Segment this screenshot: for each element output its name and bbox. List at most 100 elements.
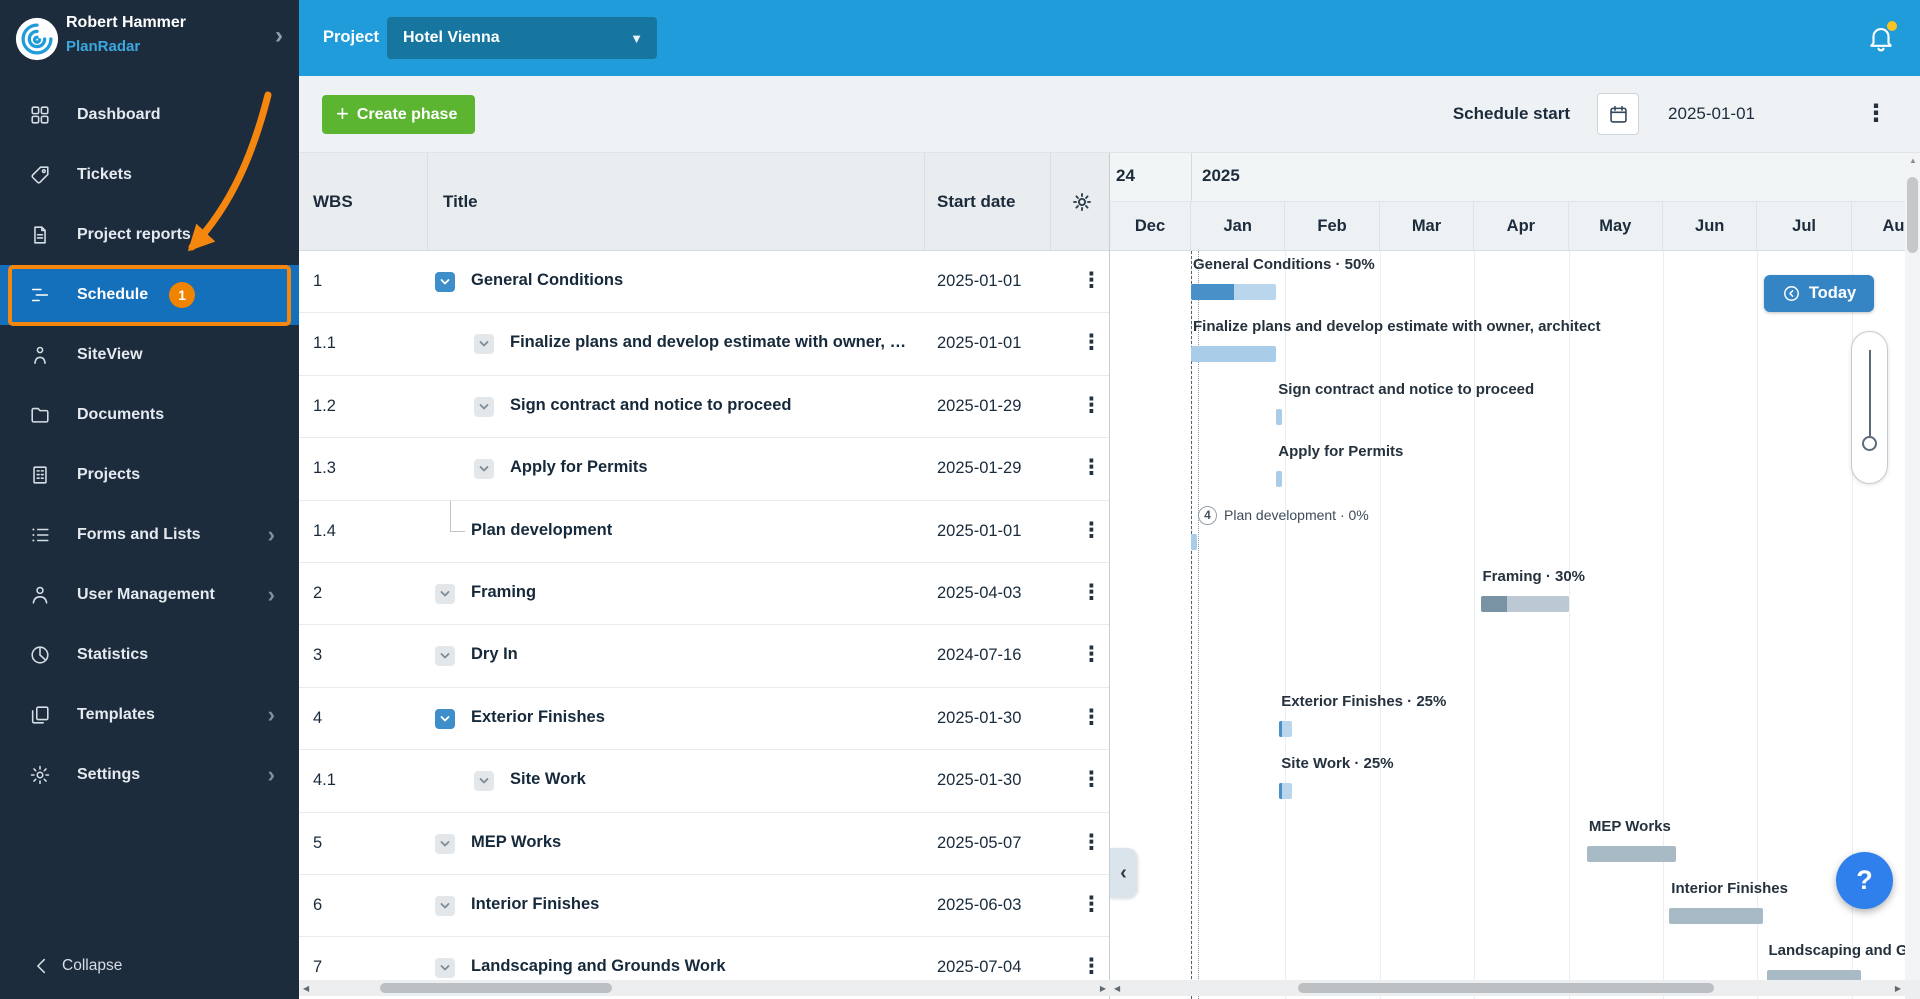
- wbs-cell: 1.2: [313, 397, 336, 416]
- gantt-bar[interactable]: [1587, 846, 1676, 862]
- row-menu-icon[interactable]: ⋮: [1081, 954, 1102, 979]
- create-phase-button[interactable]: + Create phase: [322, 95, 475, 134]
- scroll-left-icon[interactable]: ◀: [303, 984, 309, 993]
- month-gridline: [1380, 251, 1381, 999]
- sidebar-item-projects[interactable]: Projects: [0, 445, 299, 505]
- table-row[interactable]: 1.2Sign contract and notice to proceed20…: [299, 376, 1109, 438]
- table-scrollbar-thumb[interactable]: [380, 983, 612, 993]
- gantt-bar[interactable]: [1191, 284, 1276, 300]
- expand-toggle-icon[interactable]: [435, 584, 455, 604]
- row-menu-icon[interactable]: ⋮: [1081, 892, 1102, 917]
- today-button[interactable]: Today: [1764, 275, 1874, 312]
- gantt-bar[interactable]: [1191, 346, 1276, 362]
- table-row[interactable]: 2Framing2025-04-03⋮: [299, 563, 1109, 625]
- sidebar-item-user-management[interactable]: User Management›: [0, 565, 299, 625]
- gantt-year-header: 24 2025: [1110, 153, 1905, 202]
- table-horizontal-scrollbar[interactable]: ◀ ▶: [299, 980, 1110, 996]
- scroll-left-icon[interactable]: ◀: [1114, 984, 1120, 993]
- row-menu-icon[interactable]: ⋮: [1081, 330, 1102, 355]
- expand-toggle-icon[interactable]: [474, 397, 494, 417]
- schedule-start-date[interactable]: 2025-01-01: [1668, 104, 1755, 124]
- row-menu-icon[interactable]: ⋮: [1081, 518, 1102, 543]
- column-header-wbs[interactable]: WBS: [313, 192, 353, 212]
- documents-icon: [29, 404, 51, 426]
- gantt-horizontal-scrollbar[interactable]: ◀ ▶: [1110, 980, 1905, 996]
- collapse-label: Collapse: [62, 957, 122, 975]
- sidebar-item-tickets[interactable]: Tickets: [0, 145, 299, 205]
- sidebar-item-label: Tickets: [77, 166, 132, 184]
- row-menu-icon[interactable]: ⋮: [1081, 642, 1102, 667]
- table-row[interactable]: 3Dry In2024-07-16⋮: [299, 625, 1109, 687]
- sidebar-collapse-button[interactable]: Collapse: [0, 943, 299, 989]
- gantt-bar[interactable]: [1279, 783, 1292, 799]
- expand-toggle-icon[interactable]: [474, 771, 494, 791]
- gantt-bar[interactable]: [1481, 596, 1569, 612]
- sidebar-item-settings[interactable]: Settings›: [0, 745, 299, 805]
- row-menu-icon[interactable]: ⋮: [1081, 393, 1102, 418]
- sidebar-item-statistics[interactable]: Statistics: [0, 625, 299, 685]
- gantt-bar-label: Framing · 30%: [1483, 568, 1586, 585]
- expand-toggle-icon[interactable]: [474, 459, 494, 479]
- table-settings-gear-icon[interactable]: [1071, 191, 1093, 213]
- chevron-down-icon: ▼: [630, 31, 643, 46]
- sidebar-item-dashboard[interactable]: Dashboard: [0, 85, 299, 145]
- table-row[interactable]: 4Exterior Finishes2025-01-30⋮: [299, 688, 1109, 750]
- table-row[interactable]: 1General Conditions2025-01-01⋮: [299, 251, 1109, 313]
- scroll-right-icon[interactable]: ▶: [1895, 984, 1901, 993]
- sidebar-item-schedule[interactable]: Schedule1: [0, 265, 299, 325]
- gantt-body: General Conditions · 50%Finalize plans a…: [1110, 251, 1905, 999]
- help-button[interactable]: ?: [1836, 852, 1893, 909]
- row-menu-icon[interactable]: ⋮: [1081, 455, 1102, 480]
- expand-toggle-icon[interactable]: [435, 646, 455, 666]
- row-menu-icon[interactable]: ⋮: [1081, 767, 1102, 792]
- project-selector[interactable]: Hotel Vienna ▼: [387, 17, 657, 59]
- sidebar-item-documents[interactable]: Documents: [0, 385, 299, 445]
- gantt-bar[interactable]: [1276, 471, 1282, 487]
- sidebar-item-forms-and-lists[interactable]: Forms and Lists›: [0, 505, 299, 565]
- row-menu-icon[interactable]: ⋮: [1081, 268, 1102, 293]
- collapse-toggle-icon[interactable]: [435, 272, 455, 292]
- planradar-logo-icon: [14, 16, 60, 62]
- table-row[interactable]: 4.1Site Work2025-01-30⋮: [299, 750, 1109, 812]
- calendar-icon[interactable]: [1597, 93, 1639, 135]
- gantt-scrollbar-thumb[interactable]: [1298, 983, 1714, 993]
- table-row[interactable]: 6Interior Finishes2025-06-03⋮: [299, 875, 1109, 937]
- notification-bell-icon[interactable]: [1866, 23, 1896, 53]
- month-label-mar: Mar: [1380, 202, 1474, 250]
- expand-toggle-icon[interactable]: [435, 896, 455, 916]
- row-menu-icon[interactable]: ⋮: [1081, 580, 1102, 605]
- row-menu-icon[interactable]: ⋮: [1081, 830, 1102, 855]
- gantt-bar[interactable]: [1276, 409, 1282, 425]
- table-row[interactable]: 5MEP Works2025-05-07⋮: [299, 813, 1109, 875]
- zoom-slider-handle[interactable]: [1862, 436, 1877, 451]
- expand-toggle-icon[interactable]: [435, 834, 455, 854]
- gantt-bar[interactable]: [1279, 721, 1292, 737]
- sidebar-item-templates[interactable]: Templates›: [0, 685, 299, 745]
- expand-toggle-icon[interactable]: [435, 958, 455, 978]
- table-row[interactable]: 1.3Apply for Permits2025-01-29⋮: [299, 438, 1109, 500]
- expand-toggle-icon[interactable]: [474, 334, 494, 354]
- toolbar-menu-icon[interactable]: ⋮: [1864, 99, 1888, 128]
- table-row[interactable]: 1.1Finalize plans and develop estimate w…: [299, 313, 1109, 375]
- vertical-scrollbar[interactable]: ▲: [1905, 153, 1920, 999]
- scroll-right-icon[interactable]: ▶: [1100, 984, 1106, 993]
- collapse-toggle-icon[interactable]: [435, 709, 455, 729]
- sidebar-item-siteview[interactable]: SiteView: [0, 325, 299, 385]
- vertical-scrollbar-thumb[interactable]: [1907, 177, 1918, 253]
- gantt-zoom-slider[interactable]: [1851, 331, 1888, 484]
- collapse-gantt-panel-button[interactable]: ‹: [1110, 848, 1137, 898]
- gantt-bar[interactable]: [1669, 908, 1763, 924]
- schedule-start-line: [1191, 251, 1192, 999]
- row-menu-icon[interactable]: ⋮: [1081, 705, 1102, 730]
- create-phase-label: Create phase: [357, 106, 458, 124]
- table-row[interactable]: 1.4Plan development2025-01-01⋮: [299, 501, 1109, 563]
- sidebar-item-project-reports[interactable]: Project reports: [0, 205, 299, 265]
- gantt-month-header: DecJanFebMarAprMayJunJulAug: [1110, 202, 1905, 251]
- chevron-right-icon[interactable]: ›: [275, 22, 283, 50]
- scroll-up-icon[interactable]: ▲: [1909, 156, 1917, 165]
- start-date-cell: 2025-01-01: [937, 334, 1021, 353]
- gantt-bar-progress: [1481, 596, 1507, 612]
- column-header-title[interactable]: Title: [443, 192, 478, 212]
- gantt-bar[interactable]: [1191, 534, 1197, 550]
- column-header-start-date[interactable]: Start date: [937, 192, 1015, 212]
